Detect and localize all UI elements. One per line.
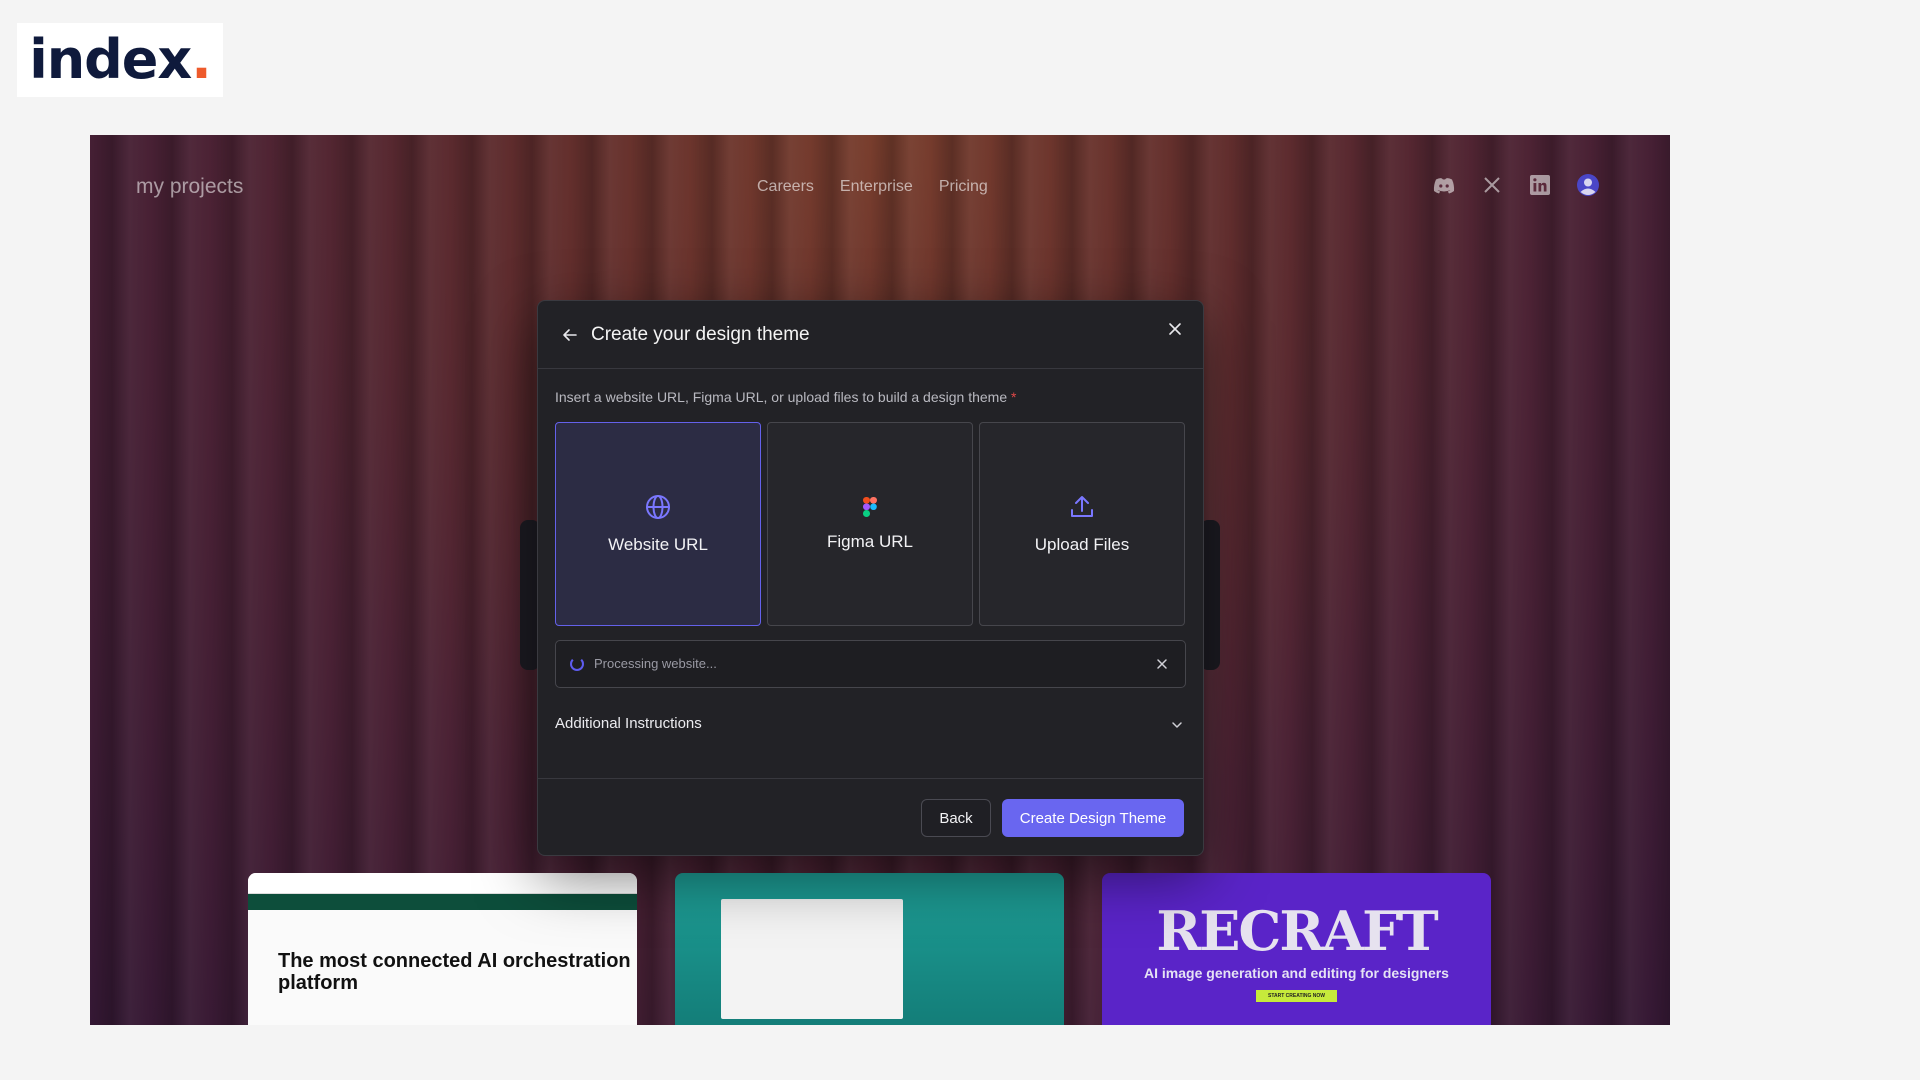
linkedin-icon[interactable] [1528,173,1552,197]
option-label: Upload Files [1034,534,1130,554]
close-icon[interactable] [1165,319,1185,339]
user-avatar[interactable] [1576,173,1600,197]
logo-text: index [29,28,192,91]
globe-icon [645,494,671,525]
option-upload-files[interactable]: Upload Files [979,422,1185,626]
option-website-url[interactable]: Website URL [555,422,761,626]
index-logo: index. [17,23,223,97]
option-label: Website URL [608,534,708,554]
modal-footer-divider [538,778,1203,779]
required-mark: * [1011,389,1017,405]
nav-pricing[interactable]: Pricing [939,178,988,196]
figma-icon [863,496,877,522]
modal-instruction: Insert a website URL, Figma URL, or uplo… [555,389,1017,405]
project-thumb-2[interactable] [675,873,1064,1025]
nav-careers[interactable]: Careers [757,178,814,196]
modal-title: Create your design theme [591,324,810,345]
thumb-2-document [721,899,903,1019]
create-design-theme-button[interactable]: Create Design Theme [1002,799,1184,837]
brand-link[interactable]: my projects [136,175,243,199]
source-options: Website URL Figma URL Upload Files [555,422,1185,626]
project-thumb-3[interactable]: RECRAFT AI image generation and editing … [1102,873,1491,1025]
thumb-3-logo: RECRAFT [1156,899,1438,963]
top-nav: my projects Careers Enterprise Pricing [90,135,1670,235]
option-label: Figma URL [827,531,913,551]
design-theme-modal: Create your design theme Insert a websit… [537,300,1204,856]
additional-instructions-toggle[interactable]: Additional Instructions [555,715,702,732]
project-thumbnails: The most connected AI orchestration plat… [248,873,1518,1025]
back-arrow-icon[interactable] [560,325,580,345]
processing-field: Processing website... [555,640,1186,688]
social-links [1432,173,1600,197]
spinner-icon [570,657,584,671]
nav-links: Careers Enterprise Pricing [757,178,988,196]
thumb-3-cta: START CREATING NOW [1255,990,1338,1002]
thumb-1-heading: The most connected AI orchestration plat… [278,950,631,994]
modal-header: Create your design theme [538,301,1203,369]
clear-icon[interactable] [1153,655,1171,673]
thumb-3-subtitle: AI image generation and editing for desi… [1144,965,1449,981]
nav-enterprise[interactable]: Enterprise [840,178,913,196]
discord-icon[interactable] [1432,173,1456,197]
back-button[interactable]: Back [921,799,991,837]
option-figma-url[interactable]: Figma URL [767,422,973,626]
logo-dot: . [191,28,211,91]
upload-icon [1069,494,1095,525]
x-icon[interactable] [1480,173,1504,197]
project-thumb-1[interactable]: The most connected AI orchestration plat… [248,873,637,1025]
processing-text: Processing website... [594,656,717,671]
chevron-down-icon[interactable] [1169,717,1185,733]
